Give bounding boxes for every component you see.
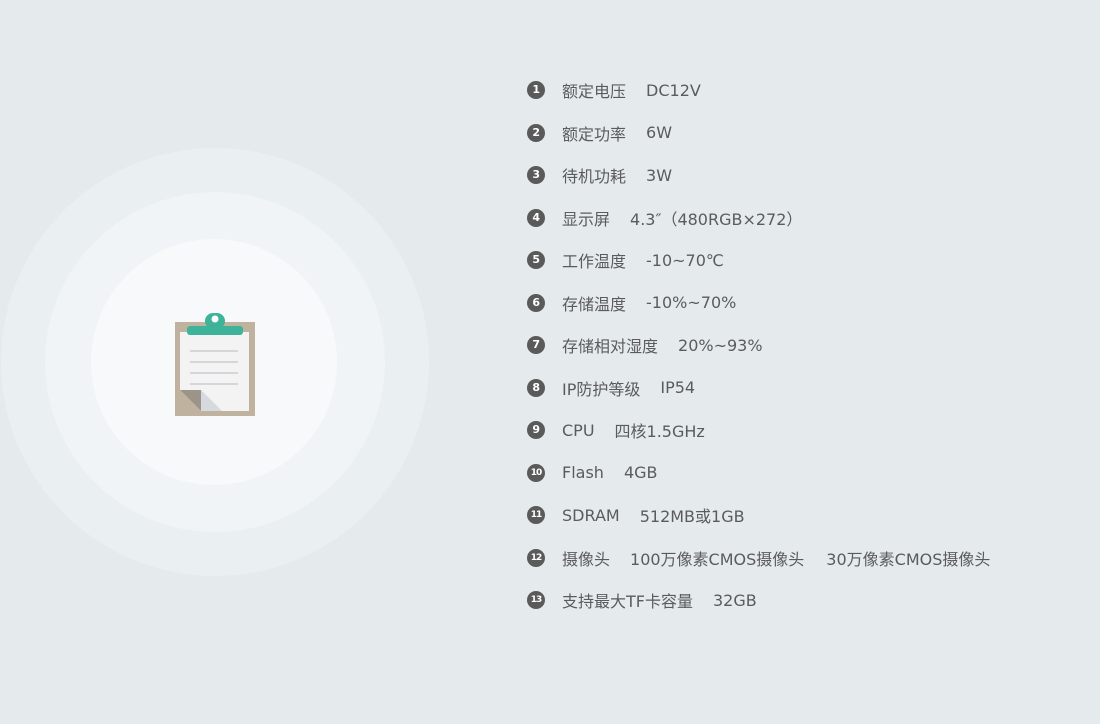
number-badge: 8 <box>527 378 545 397</box>
spec-label: Flash <box>562 463 604 483</box>
spec-value: 3W <box>646 165 673 185</box>
spec-list: 1 额定电压 DC12V 2 额定功率 6W 3 待机功耗 3W 4 显示屏 4.3″（480RGB×… <box>527 69 1087 622</box>
spec-label: 工作温度 <box>562 252 627 272</box>
spec-label: 支持最大TF卡容量 <box>562 592 693 612</box>
spec-value: 4GB <box>623 463 658 483</box>
spec-item: 2 额定功率 6W <box>527 112 1087 155</box>
spec-value: DC12V <box>646 80 701 100</box>
spec-value: 512MB或1GB <box>639 507 745 527</box>
number-badge: 3 <box>527 166 545 185</box>
spec-label: 额定功率 <box>562 124 627 144</box>
number-badge: 10 <box>527 463 545 482</box>
spec-value: -10~70℃ <box>646 250 724 270</box>
spec-value: -10%~70% <box>646 293 737 313</box>
spec-value: 四核1.5GHz <box>614 422 705 442</box>
spec-item: 13 支持最大TF卡容量 32GB <box>527 579 1087 622</box>
spec-item: 8 IP防护等级 IP54 <box>527 367 1087 410</box>
spec-value: 100万像素CMOS摄像头 <box>630 549 805 569</box>
spec-label: SDRAM <box>562 505 620 525</box>
number-badge: 5 <box>527 251 545 270</box>
number-badge: 6 <box>527 293 545 312</box>
spec-value: 30万像素CMOS摄像头 <box>826 549 991 569</box>
number-badge: 1 <box>527 81 545 100</box>
spec-value: 4.3″（480RGB×272） <box>630 209 803 229</box>
spec-item: 11 SDRAM 512MB或1GB <box>527 494 1087 537</box>
spec-item: 12 摄像头 100万像素CMOS摄像头 30万像素CMOS摄像头 <box>527 537 1087 580</box>
spec-value: 6W <box>646 123 673 143</box>
spec-value: 20%~93% <box>678 335 763 355</box>
spec-item: 1 额定电压 DC12V <box>527 69 1087 112</box>
spec-item: 7 存储相对湿度 20%~93% <box>527 324 1087 367</box>
spec-value: IP54 <box>660 378 696 398</box>
ring-background <box>0 0 430 725</box>
spec-label: IP防护等级 <box>562 379 641 399</box>
number-badge: 9 <box>527 421 545 440</box>
spec-item: 5 工作温度 -10~70℃ <box>527 239 1087 282</box>
number-badge: 7 <box>527 336 545 355</box>
spec-item: 3 待机功耗 3W <box>527 154 1087 197</box>
spec-item: 10 Flash 4GB <box>527 452 1087 495</box>
spec-item: 9 CPU 四核1.5GHz <box>527 409 1087 452</box>
number-badge: 2 <box>527 123 545 142</box>
clipboard-icon <box>175 313 255 416</box>
spec-label: CPU <box>562 420 595 440</box>
spec-label: 额定电压 <box>562 82 627 102</box>
spec-item: 4 显示屏 4.3″（480RGB×272） <box>527 197 1087 240</box>
spec-label: 摄像头 <box>562 549 611 569</box>
number-badge: 13 <box>527 591 545 610</box>
spec-label: 待机功耗 <box>562 167 627 187</box>
spec-label: 显示屏 <box>562 209 611 229</box>
number-badge: 11 <box>527 506 545 525</box>
number-badge: 4 <box>527 208 545 227</box>
spec-label: 存储相对湿度 <box>562 337 659 357</box>
spec-value: 32GB <box>712 590 757 610</box>
spec-label: 存储温度 <box>562 294 627 314</box>
spec-item: 6 存储温度 -10%~70% <box>527 282 1087 325</box>
number-badge: 12 <box>527 548 545 567</box>
